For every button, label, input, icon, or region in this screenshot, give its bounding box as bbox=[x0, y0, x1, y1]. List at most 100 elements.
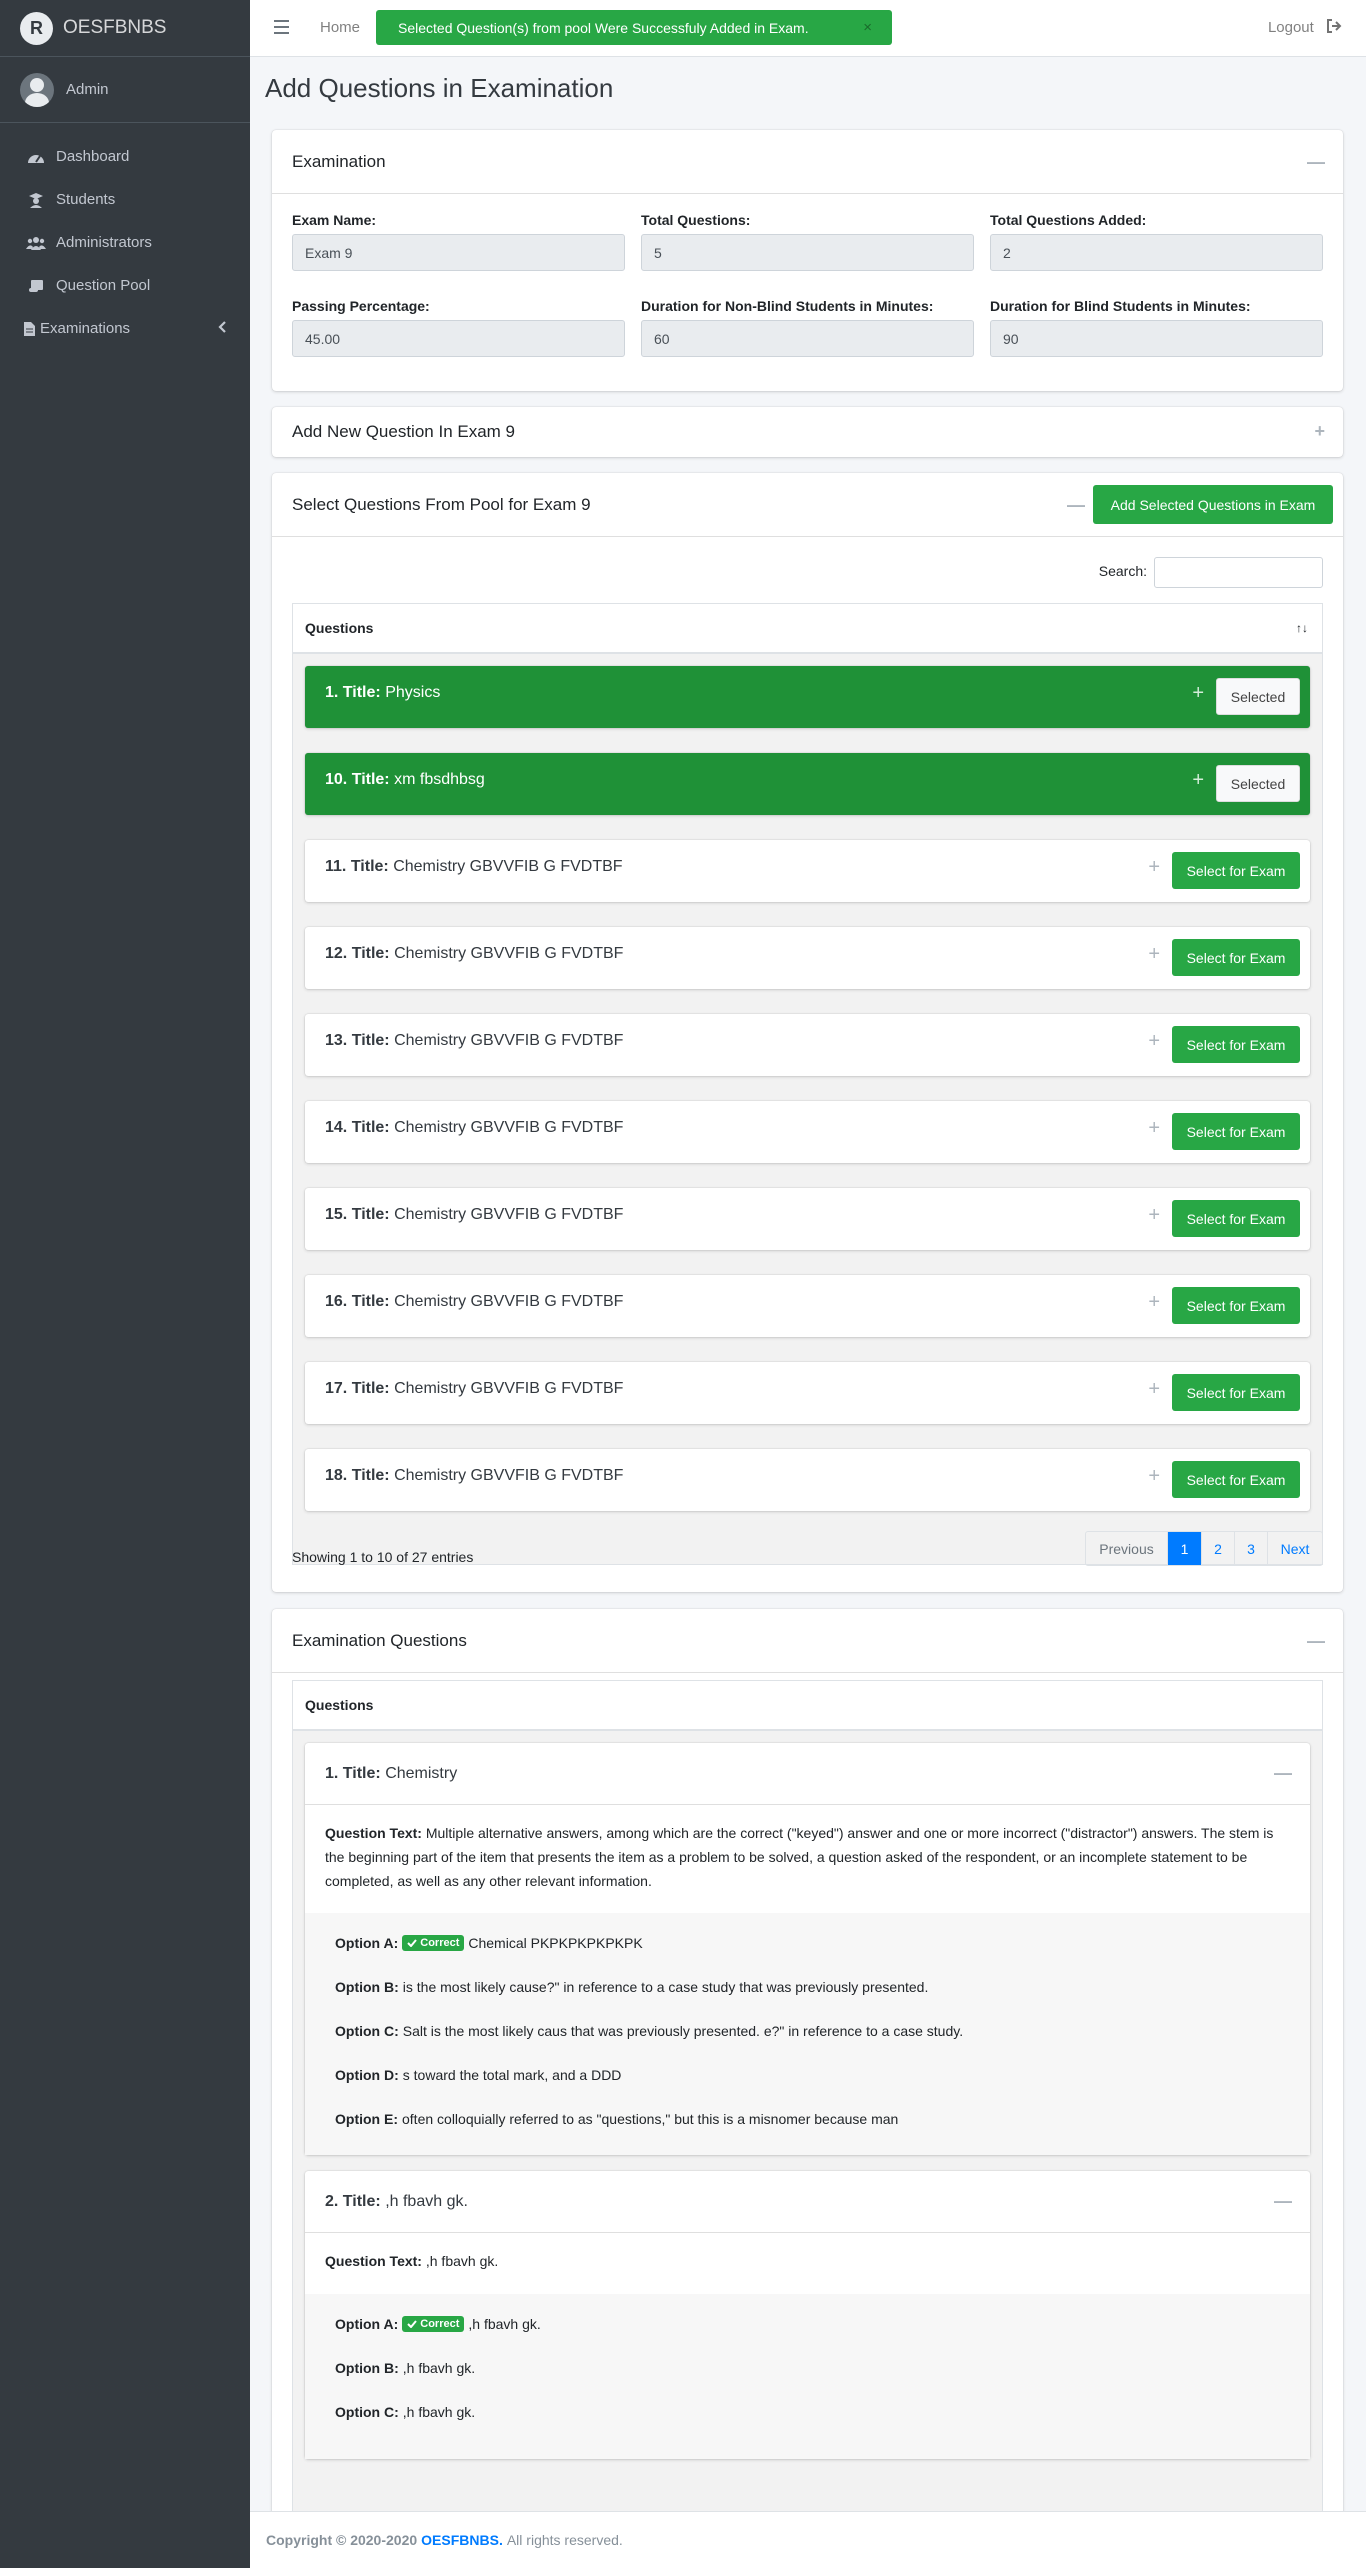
question-number: 12. bbox=[325, 945, 348, 962]
page-2-button[interactable]: 2 bbox=[1202, 1532, 1235, 1565]
select-for-exam-button[interactable]: Select for Exam bbox=[1172, 1287, 1300, 1324]
previous-page-button[interactable]: Previous bbox=[1086, 1532, 1168, 1565]
table-row[interactable]: 15. Title: Chemistry GBVVFIB G FVDTBF + Se… bbox=[305, 1188, 1310, 1250]
sidebar-item-administrators[interactable]: Administrators bbox=[0, 221, 250, 264]
collapse-icon[interactable]: — bbox=[1307, 1631, 1325, 1652]
expand-icon[interactable]: + bbox=[1148, 1117, 1160, 1140]
select-for-exam-button[interactable]: Select for Exam bbox=[1172, 1200, 1300, 1237]
question-text-label: Question Text: bbox=[325, 1825, 422, 1841]
select-for-exam-button[interactable]: Select for Exam bbox=[1172, 1113, 1300, 1150]
exam-name-field: Exam 9 bbox=[292, 234, 625, 271]
questions-added-field: 2 bbox=[990, 234, 1323, 271]
question-title-text: Chemistry GBVVFIB G FVDTBF bbox=[394, 1032, 624, 1049]
table-row[interactable]: 18. Title: Chemistry GBVVFIB G FVDTBF + Se… bbox=[305, 1449, 1310, 1511]
expand-icon[interactable]: + bbox=[1192, 682, 1204, 705]
question-number: 1. bbox=[325, 1764, 339, 1782]
table-row[interactable]: 17. Title: Chemistry GBVVFIB G FVDTBF + Se… bbox=[305, 1362, 1310, 1424]
table-row[interactable]: 13. Title: Chemistry GBVVFIB G FVDTBF + Se… bbox=[305, 1014, 1310, 1076]
page-title: Add Questions in Examination bbox=[265, 73, 614, 103]
total-questions-label: Total Questions: bbox=[641, 212, 751, 228]
sidebar-item-students[interactable]: Students bbox=[0, 178, 250, 221]
brand-link[interactable]: R OESFBNBS bbox=[0, 0, 250, 57]
question-number: 18. bbox=[325, 1467, 348, 1484]
close-icon[interactable]: × bbox=[863, 19, 872, 36]
sidebar-item-examinations[interactable]: Examinations bbox=[0, 307, 250, 350]
user-panel[interactable]: Admin bbox=[0, 57, 250, 123]
search-input[interactable] bbox=[1154, 557, 1323, 588]
sidebar-item-dashboard[interactable]: Dashboard bbox=[0, 135, 250, 178]
expand-icon[interactable]: + bbox=[1148, 1465, 1160, 1488]
option-label: Option C: bbox=[335, 2404, 399, 2420]
card-header[interactable]: Add New Question In Exam 9 + bbox=[272, 407, 1343, 457]
question-title-text: Chemistry GBVVFIB G FVDTBF bbox=[394, 1380, 624, 1397]
option-label: Option E: bbox=[335, 2111, 398, 2127]
question-title-text: Chemistry GBVVFIB G FVDTBF bbox=[393, 858, 623, 875]
avatar bbox=[20, 72, 54, 107]
top-navbar: Home Selected Question(s) from pool Were… bbox=[250, 0, 1366, 57]
select-for-exam-button[interactable]: Select for Exam bbox=[1172, 939, 1300, 976]
selected-button[interactable]: Selected bbox=[1216, 678, 1300, 715]
sidebar-item-label: Administrators bbox=[56, 234, 152, 251]
expand-icon[interactable]: + bbox=[1192, 769, 1204, 792]
sidebar-item-question-pool[interactable]: Question Pool bbox=[0, 264, 250, 307]
logout-link[interactable]: Logout bbox=[1268, 19, 1342, 37]
home-link[interactable]: Home bbox=[320, 19, 360, 36]
table-row[interactable]: 10. Title: xm fbsdhbsg + Selected bbox=[305, 753, 1310, 815]
questions-column-header[interactable]: Questions ↑↓ bbox=[293, 604, 1322, 654]
title-prefix: Title: bbox=[342, 684, 381, 701]
expand-icon[interactable]: + bbox=[1148, 943, 1160, 966]
select-for-exam-button[interactable]: Select for Exam bbox=[1172, 1374, 1300, 1411]
table-row[interactable]: 14. Title: Chemistry GBVVFIB G FVDTBF + Se… bbox=[305, 1101, 1310, 1163]
sort-icon[interactable]: ↑↓ bbox=[1296, 621, 1308, 635]
collapse-icon[interactable]: — bbox=[1274, 2191, 1292, 2212]
sidebar: R OESFBNBS Admin Dashboard Students Admi… bbox=[0, 0, 250, 2568]
brand-name: OESFBNBS bbox=[63, 17, 167, 38]
add-selected-questions-button[interactable]: Add Selected Questions in Exam bbox=[1093, 485, 1333, 524]
select-for-exam-button[interactable]: Select for Exam bbox=[1172, 852, 1300, 889]
expand-icon[interactable]: + bbox=[1148, 1378, 1160, 1401]
question-title: 12. Title: Chemistry GBVVFIB G FVDTBF bbox=[325, 945, 623, 963]
expand-icon[interactable]: + bbox=[1148, 1204, 1160, 1227]
question-title: 10. Title: xm fbsdhbsg bbox=[325, 771, 485, 789]
questions-column-header: Questions bbox=[293, 1681, 1322, 1731]
option-text: often colloquially referred to as "quest… bbox=[402, 2111, 899, 2127]
question-title: Chemistry bbox=[385, 1764, 458, 1782]
menu-toggle-icon[interactable] bbox=[274, 20, 289, 34]
search-label: Search: bbox=[1098, 563, 1147, 579]
collapse-icon[interactable]: — bbox=[1067, 495, 1085, 516]
expand-icon[interactable]: + bbox=[1148, 1030, 1160, 1053]
question-text: Question Text: Multiple alternative answ… bbox=[305, 1805, 1310, 1893]
collapse-icon[interactable]: — bbox=[1307, 152, 1325, 173]
sidebar-item-label: Dashboard bbox=[56, 148, 130, 165]
page-3-button[interactable]: 3 bbox=[1235, 1532, 1268, 1565]
card-header: Examination Questions — bbox=[272, 1609, 1343, 1673]
card-title: Add New Question In Exam 9 bbox=[292, 422, 516, 441]
exam-name-label: Exam Name: bbox=[292, 212, 377, 228]
expand-icon[interactable]: + bbox=[1148, 856, 1160, 879]
footer-brand-link[interactable]: OESFBNBS. bbox=[421, 2532, 503, 2548]
select-for-exam-button[interactable]: Select for Exam bbox=[1172, 1026, 1300, 1063]
option-label: Option B: bbox=[335, 1979, 399, 1995]
table-row[interactable]: 1. Title: Physics + Selected bbox=[305, 666, 1310, 728]
next-page-button[interactable]: Next bbox=[1268, 1532, 1322, 1565]
user-name[interactable]: Admin bbox=[66, 81, 109, 98]
exam-question-header[interactable]: 1. Title: Chemistry — bbox=[305, 1743, 1310, 1805]
title-prefix: Title: bbox=[351, 945, 390, 962]
select-for-exam-button[interactable]: Select for Exam bbox=[1172, 1461, 1300, 1498]
selected-button[interactable]: Selected bbox=[1216, 765, 1300, 802]
success-alert: Selected Question(s) from pool Were Succ… bbox=[376, 10, 892, 45]
collapse-icon[interactable]: — bbox=[1274, 1763, 1292, 1784]
table-row[interactable]: 16. Title: Chemistry GBVVFIB G FVDTBF + Se… bbox=[305, 1275, 1310, 1337]
question-title: 16. Title: Chemistry GBVVFIB G FVDTBF bbox=[325, 1293, 623, 1311]
column-label: Questions bbox=[305, 1697, 374, 1713]
table-row[interactable]: 11. Title: Chemistry GBVVFIB G FVDTBF + Se… bbox=[305, 840, 1310, 902]
question-title: ,h fbavh gk. bbox=[385, 2192, 468, 2210]
expand-icon[interactable]: + bbox=[1148, 1291, 1160, 1314]
expand-icon[interactable]: + bbox=[1314, 421, 1325, 442]
option-b: Option B: is the most likely cause?" in r… bbox=[335, 1965, 1280, 2009]
table-row[interactable]: 12. Title: Chemistry GBVVFIB G FVDTBF + Se… bbox=[305, 927, 1310, 989]
page-1-button[interactable]: 1 bbox=[1168, 1532, 1202, 1565]
questions-table: Questions ↑↓ 1. Title: Physics + Selected 1… bbox=[292, 603, 1323, 1565]
check-icon bbox=[407, 2320, 418, 2328]
exam-question-header[interactable]: 2. Title: ,h fbavh gk. — bbox=[305, 2171, 1310, 2233]
